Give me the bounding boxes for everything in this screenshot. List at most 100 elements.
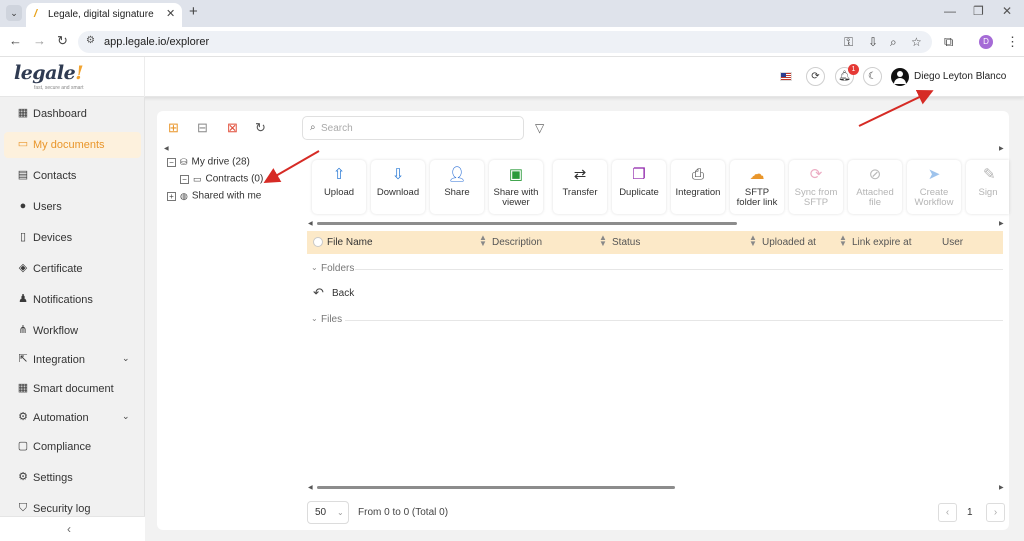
table-scroll-right-icon[interactable]: ▶ — [999, 484, 1004, 491]
search-bar[interactable]: ⌕ — [302, 116, 524, 140]
theme-toggle-icon[interactable]: ☾ — [863, 67, 882, 86]
sidebar-item-notifications[interactable]: ♟ Notifications — [4, 287, 141, 313]
sort-icon[interactable]: ▲ ▼ — [599, 234, 607, 248]
zoom-icon[interactable]: ⌕ — [890, 35, 897, 50]
password-key-icon[interactable]: ⚿ — [844, 35, 853, 50]
tree-item-contracts[interactable]: − ▭ Contracts (0) — [180, 173, 263, 189]
user-name[interactable]: Diego Leyton Blanco — [914, 71, 1006, 82]
column-header-uploaded-at[interactable]: Uploaded at — [762, 237, 816, 248]
window-close-icon[interactable]: ✕ — [1002, 4, 1012, 18]
back-arrow-icon[interactable]: ← — [9, 34, 22, 48]
sidebar-item-users[interactable]: ● Users — [4, 194, 141, 220]
select-all-checkbox[interactable] — [313, 237, 323, 247]
collapse-toggle-icon[interactable]: − — [180, 174, 189, 184]
minimize-icon[interactable]: — — [944, 4, 956, 18]
table-scroll-left-icon[interactable]: ◀ — [308, 484, 313, 491]
share-with-viewer-button[interactable]: ▣ Share with viewer — [489, 160, 543, 214]
restore-icon[interactable]: ❐ — [973, 4, 984, 18]
integration-icon: ⇱ — [18, 353, 28, 365]
logo-area[interactable]: legale! fast, secure and smart — [0, 57, 145, 97]
new-tab-icon[interactable]: + — [189, 4, 198, 20]
table-scrollbar[interactable] — [317, 486, 675, 489]
tab-close-icon[interactable]: ✕ — [166, 7, 175, 20]
scroll-right-icon[interactable]: ▶ — [999, 220, 1004, 227]
transfer-button[interactable]: ⇄ Transfer — [553, 160, 607, 214]
action-label: Create Workflow — [914, 187, 954, 208]
tree-scroll-left-icon[interactable]: ◀ — [164, 145, 169, 152]
sidebar-item-compliance[interactable]: ▢ Compliance — [4, 434, 141, 460]
create-workflow-button[interactable]: ➤ Create Workflow — [907, 160, 961, 214]
address-bar[interactable]: ⚙ app.legale.io/explorer ⚿ ⇩ ⌕ ☆ — [78, 31, 932, 53]
column-header-link-expire-at[interactable]: Link expire at — [852, 237, 911, 248]
sort-icon[interactable]: ▲ ▼ — [749, 234, 757, 248]
sync-from-sftp-button[interactable]: ⟳ Sync from SFTP — [789, 160, 843, 214]
delete-folder-icon[interactable]: ⊠ — [227, 121, 238, 135]
automation-icon: ⚙ — [18, 411, 28, 423]
site-info-icon[interactable]: ⚙ — [86, 35, 95, 46]
sync-icon[interactable]: ⟳ — [806, 67, 825, 86]
sidebar-item-settings[interactable]: ⚙ Settings — [4, 465, 141, 491]
bookmark-star-icon[interactable]: ☆ — [911, 35, 922, 49]
sidebar-item-workflow[interactable]: ⋔ Workflow — [4, 318, 141, 344]
back-row[interactable]: ↶ Back — [313, 286, 413, 302]
files-group-header[interactable]: ⌄ Files — [307, 313, 1003, 327]
actions-scrollbar[interactable] — [317, 222, 737, 225]
folders-group-header[interactable]: ⌄ Folders — [307, 262, 1003, 276]
tree-item-shared-with-me[interactable]: + ◍ Shared with me — [167, 190, 261, 206]
install-app-icon[interactable]: ⇩ — [868, 35, 878, 49]
duplicate-button[interactable]: ❐ Duplicate — [612, 160, 666, 214]
collapse-toggle-icon[interactable]: − — [167, 157, 176, 167]
sidebar-item-automation[interactable]: ⚙ Automation ⌄ — [4, 405, 141, 431]
browser-tab[interactable]: / Legale, digital signature ✕ — [26, 3, 182, 27]
tree-item-my-drive[interactable]: − ⛁ My drive (28) — [167, 156, 250, 172]
search-input[interactable] — [321, 121, 511, 136]
sidebar-item-certificate[interactable]: ◈ Certificate — [4, 256, 141, 282]
cloud-link-icon: ☁ — [749, 166, 765, 183]
action-label: Transfer — [562, 187, 598, 198]
extensions-icon[interactable]: ⧉ — [944, 35, 953, 48]
sftp-folder-link-button[interactable]: ☁ SFTP folder link — [730, 160, 784, 214]
sidebar-item-integration[interactable]: ⇱ Integration ⌄ — [4, 347, 141, 373]
gear-icon: ⚙ — [18, 471, 28, 483]
share-user-icon: 👤︎ — [447, 166, 467, 183]
column-header-description[interactable]: Description — [492, 237, 542, 248]
previous-page-button[interactable]: ‹ — [938, 503, 957, 522]
page-size-select[interactable]: 50 ⌄ — [307, 501, 349, 524]
scroll-left-icon[interactable]: ◀ — [308, 220, 313, 227]
browser-menu-icon[interactable]: ⋮ — [1006, 35, 1019, 48]
sidebar-collapse-button[interactable]: ‹ — [0, 516, 145, 541]
sidebar-item-devices[interactable]: ▯ Devices — [4, 225, 141, 251]
upload-button[interactable]: ⇧ Upload — [312, 160, 366, 214]
refresh-icon[interactable]: ↻ — [255, 121, 266, 135]
sidebar-item-dashboard[interactable]: ▦ Dashboard — [4, 101, 141, 127]
sign-button[interactable]: ✎ Sign — [966, 160, 1009, 214]
sidebar-item-my-documents[interactable]: ▭ My documents — [4, 132, 141, 158]
new-folder-icon[interactable]: ⊞ — [168, 121, 179, 135]
download-button[interactable]: ⇩ Download — [371, 160, 425, 214]
expand-toggle-icon[interactable]: + — [167, 191, 176, 201]
attached-file-button[interactable]: ⊘ Attached file — [848, 160, 902, 214]
reload-icon[interactable]: ↻ — [57, 34, 68, 48]
sort-icon[interactable]: ▲ ▼ — [479, 234, 487, 248]
profile-avatar[interactable]: D — [979, 35, 993, 49]
sort-icon[interactable]: ▲ ▼ — [839, 234, 847, 248]
sidebar-item-contacts[interactable]: ▤ Contacts — [4, 163, 141, 189]
actions-scroll-right-icon[interactable]: ▶ — [999, 145, 1004, 152]
move-folder-icon[interactable]: ⊟ — [197, 121, 208, 135]
sidebar-item-smart-document[interactable]: ▦ Smart document — [4, 376, 141, 402]
column-header-user[interactable]: User — [942, 237, 963, 248]
integration-button[interactable]: ⎙ Integration — [671, 160, 725, 214]
user-avatar-icon[interactable] — [891, 68, 909, 86]
us-flag-icon[interactable] — [780, 72, 792, 81]
forward-arrow-icon[interactable]: → — [33, 34, 46, 48]
share-button[interactable]: 👤︎ Share — [430, 160, 484, 214]
current-page-number[interactable]: 1 — [967, 507, 973, 518]
column-header-file-name[interactable]: File Name — [327, 237, 373, 248]
tab-search-button[interactable]: ⌄ — [6, 5, 22, 21]
url-text[interactable]: app.legale.io/explorer — [104, 36, 209, 48]
transfer-icon: ⇄ — [573, 166, 587, 183]
filter-icon[interactable]: ▽ — [535, 121, 544, 135]
sidebar-item-label: Compliance — [33, 441, 92, 453]
next-page-button[interactable]: › — [986, 503, 1005, 522]
column-header-status[interactable]: Status — [612, 237, 640, 248]
